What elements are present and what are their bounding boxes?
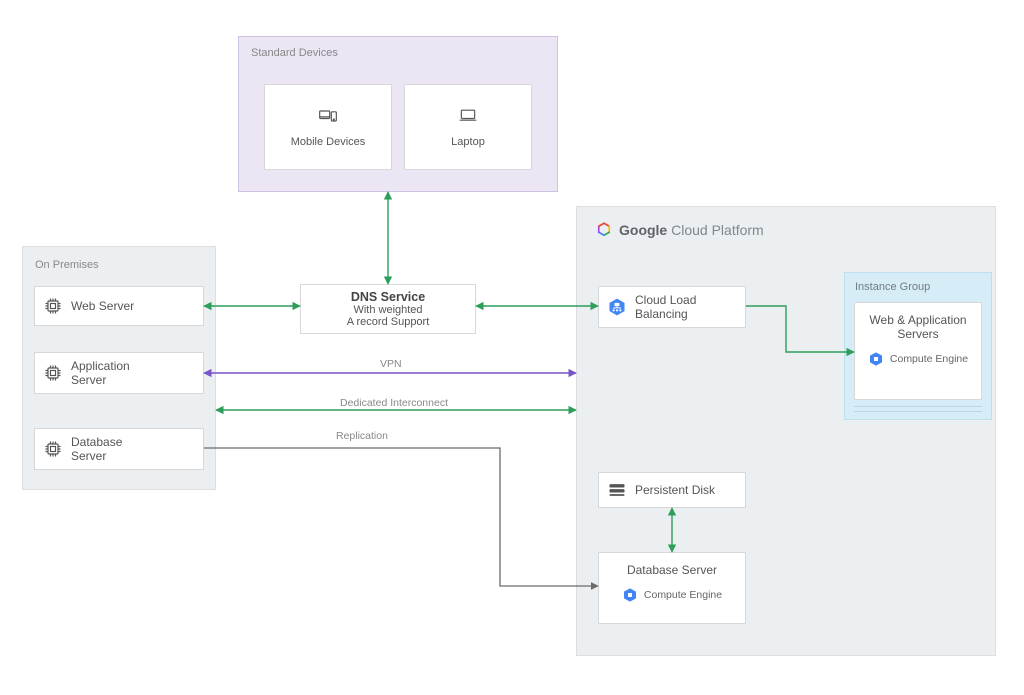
chip-icon: [43, 439, 63, 459]
node-application-server: Application Server: [34, 352, 204, 394]
region-title-devices: Standard Devices: [251, 47, 338, 59]
node-persistent-disk: Persistent Disk: [598, 472, 746, 508]
node-title: DNS Service: [351, 290, 425, 304]
node-database-server-cloud: Database Server Compute Engine: [598, 552, 746, 624]
disk-icon: [607, 480, 627, 500]
devices-icon: [318, 106, 338, 126]
node-label-2: Balancing: [635, 307, 696, 321]
node-label: Web Server: [71, 299, 134, 313]
node-label-2: Servers: [897, 327, 938, 341]
google-logo-icon: [595, 221, 613, 239]
node-label: Laptop: [451, 136, 485, 148]
compute-engine-icon: [868, 351, 884, 367]
gcp-title: Google Cloud Platform: [619, 222, 764, 238]
node-mobile-devices: Mobile Devices: [264, 84, 392, 170]
instance-group-stack-lines: [854, 402, 982, 412]
region-title-instance-group: Instance Group: [855, 281, 930, 293]
node-subtitle-2: A record Support: [347, 316, 430, 328]
edge-replication: [204, 448, 598, 586]
node-label-1: Application: [71, 359, 130, 373]
gcp-logo-title: Google Cloud Platform: [595, 221, 764, 239]
node-web-app-servers: Web & Application Servers Compute Engine: [854, 302, 982, 400]
node-label: Persistent Disk: [635, 483, 715, 497]
chip-icon: [43, 363, 63, 383]
node-label-1: Web & Application: [869, 313, 966, 327]
node-web-server: Web Server: [34, 286, 204, 326]
edge-label-replication: Replication: [334, 430, 390, 442]
load-balancer-icon: [607, 297, 627, 317]
edge-label-interconnect: Dedicated Interconnect: [338, 397, 450, 409]
node-label-2: Server: [71, 449, 122, 463]
laptop-icon: [458, 106, 478, 126]
node-subtitle-1: With weighted: [353, 304, 422, 316]
edge-label-vpn: VPN: [378, 358, 404, 370]
node-cloud-load-balancing: Cloud Load Balancing: [598, 286, 746, 328]
compute-engine-icon: [622, 587, 638, 603]
node-database-server-onprem: Database Server: [34, 428, 204, 470]
node-laptop: Laptop: [404, 84, 532, 170]
node-label: Mobile Devices: [291, 136, 366, 148]
node-label: Database Server: [627, 563, 717, 577]
node-dns-service: DNS Service With weighted A record Suppo…: [300, 284, 476, 334]
node-label-2: Server: [71, 373, 130, 387]
compute-engine-label: Compute Engine: [644, 589, 722, 601]
node-label-1: Database: [71, 435, 122, 449]
compute-engine-label: Compute Engine: [890, 353, 968, 365]
chip-icon: [43, 296, 63, 316]
node-label-1: Cloud Load: [635, 293, 696, 307]
region-title-onprem: On Premises: [35, 259, 99, 271]
